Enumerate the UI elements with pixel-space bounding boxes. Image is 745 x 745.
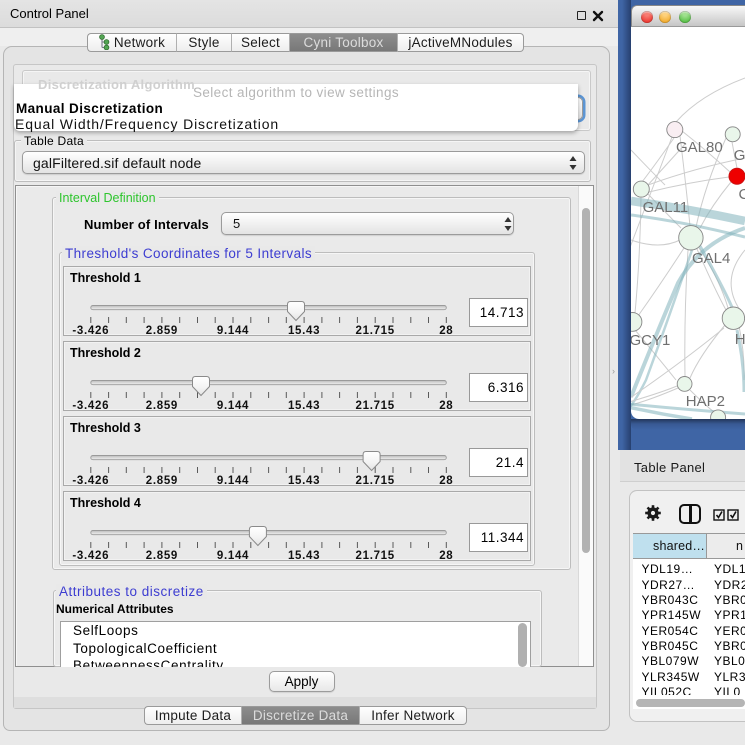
svg-text:15.43: 15.43	[288, 475, 320, 487]
svg-text:2.859: 2.859	[146, 475, 178, 487]
svg-text:9.144: 9.144	[217, 325, 249, 337]
svg-text:GAL80: GAL80	[676, 139, 723, 156]
svg-text:-3.426: -3.426	[72, 475, 109, 487]
svg-text:GAL…: GAL…	[734, 147, 745, 164]
svg-text:15.43: 15.43	[288, 400, 320, 412]
svg-text:15.43: 15.43	[288, 325, 320, 337]
svg-text:HAP2: HAP2	[686, 393, 725, 410]
svg-text:28: 28	[439, 475, 453, 487]
svg-text:-3.426: -3.426	[72, 325, 109, 337]
svg-text:21.715: 21.715	[356, 550, 395, 562]
svg-text:H: H	[735, 331, 745, 348]
svg-text:21.715: 21.715	[356, 475, 395, 487]
svg-text:15.43: 15.43	[288, 550, 320, 562]
svg-text:21.715: 21.715	[356, 400, 395, 412]
svg-text:2.859: 2.859	[146, 325, 178, 337]
svg-text:9.144: 9.144	[217, 400, 249, 412]
svg-text:GAL4: GAL4	[692, 250, 730, 267]
svg-text:GAL11: GAL11	[643, 199, 689, 216]
svg-text:2.859: 2.859	[146, 550, 178, 562]
svg-text:GCY1: GCY1	[631, 332, 670, 349]
svg-text:28: 28	[439, 325, 453, 337]
svg-text:9.144: 9.144	[217, 475, 249, 487]
svg-text:-3.426: -3.426	[72, 550, 109, 562]
svg-text:21.715: 21.715	[356, 325, 395, 337]
svg-text:9.144: 9.144	[217, 550, 249, 562]
svg-text:28: 28	[439, 400, 453, 412]
svg-text:-3.426: -3.426	[72, 400, 109, 412]
svg-text:C: C	[739, 186, 745, 203]
svg-text:2.859: 2.859	[146, 400, 178, 412]
svg-text:28: 28	[439, 550, 453, 562]
